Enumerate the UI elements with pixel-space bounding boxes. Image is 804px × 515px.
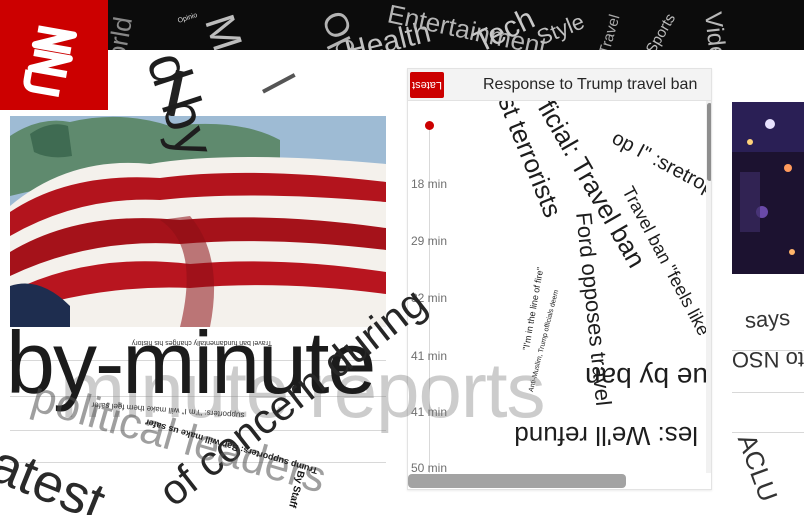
- cnn-logo[interactable]: [0, 0, 108, 110]
- overlay-right-word: says: [744, 304, 791, 333]
- overlay-rotated-word: latest: [0, 428, 114, 515]
- overlay-right-word: ACLU: [731, 430, 784, 506]
- horizontal-scrollbar-thumb[interactable]: [408, 474, 626, 488]
- cnn-logo-mark-icon: [23, 25, 78, 97]
- nav-item-travel[interactable]: Travel: [596, 13, 624, 50]
- nav-item-style[interactable]: Style: [533, 9, 588, 50]
- top-nav-bar: World Money Opinion Health Entertainment…: [0, 0, 804, 50]
- update-headline[interactable]: ue by ban: [585, 361, 706, 393]
- live-dot-icon: [425, 121, 434, 130]
- timestamp: 29 min: [411, 234, 448, 248]
- vertical-scrollbar-thumb[interactable]: [707, 103, 711, 181]
- nav-item-sports[interactable]: Sports: [643, 11, 679, 50]
- panel-header: Latest Response to Trump travel ban: [408, 69, 711, 101]
- panel-title[interactable]: Response to Trump travel ban: [483, 76, 697, 94]
- latest-badge[interactable]: Latest: [410, 72, 444, 98]
- overlay-small-line[interactable]: Travel ban fundamentally changes his his…: [132, 339, 272, 346]
- timestamp: 50 min: [411, 461, 448, 473]
- divider-stroke: [262, 73, 296, 94]
- divider: [732, 432, 804, 433]
- overlay-right-word: to NSO: [731, 347, 804, 372]
- nav-item-video[interactable]: Video: [698, 11, 732, 50]
- divider: [732, 392, 804, 393]
- thumbnail-night-scene[interactable]: [732, 102, 804, 274]
- nav-item-money[interactable]: Money: [195, 9, 280, 50]
- timestamp: 18 min: [411, 177, 448, 191]
